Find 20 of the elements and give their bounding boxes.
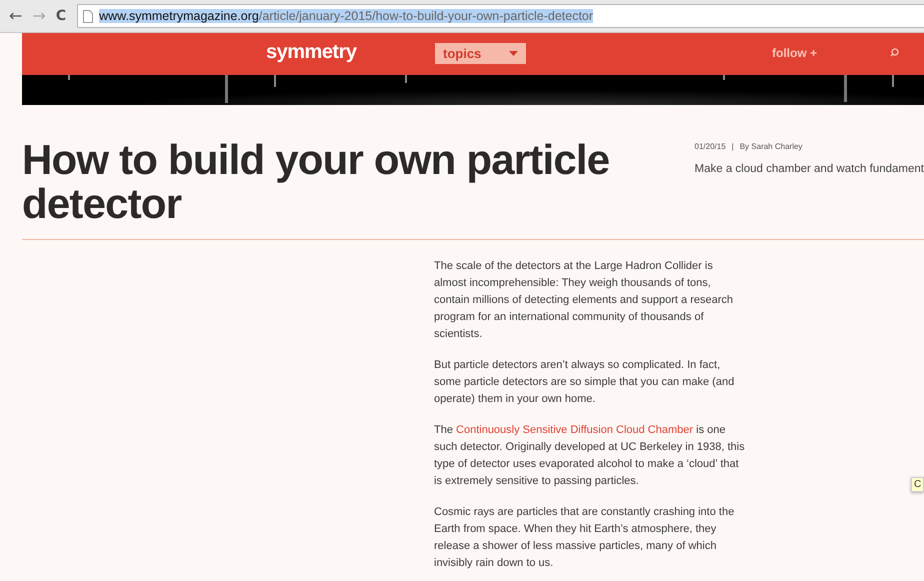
- paragraph: The scale of the detectors at the Large Hadron Collider is almost incomprehensible: They weigh thousands of tons, contain millions of detecting elements and support a research program for an international community of thousands of scientists.: [434, 259, 734, 342]
- article-title: How to build your own particle detector: [22, 138, 610, 229]
- caret-icon: [509, 51, 518, 56]
- article-link[interactable]: Continuously Sensitive Diffusion Cloud Chamber: [456, 424, 694, 436]
- back-button[interactable]: ←: [6, 7, 26, 25]
- address-field[interactable]: www.symmetrymagazine.org/article/january-2015/how-to-build-your-own-particle-detector: [77, 4, 924, 28]
- topics-dropdown[interactable]: topics: [435, 43, 526, 64]
- article-date: 01/20/15: [694, 142, 726, 151]
- follow-link[interactable]: follow +: [772, 46, 817, 60]
- reload-button[interactable]: C: [52, 7, 70, 25]
- byline: By Sarah Charley: [740, 142, 802, 151]
- page-icon: [83, 10, 94, 22]
- tooltip: C: [911, 477, 924, 492]
- paragraph: Cosmic rays are particles that are constantly crashing into the Earth from space. When they hit Earth’s atmosphere, they release a shower of less massive particles, many of which invisibly rain down to us.: [434, 505, 736, 571]
- meta-separator: |: [732, 142, 734, 151]
- article-summary: Make a cloud chamber and watch fundament: [694, 163, 924, 175]
- site-logo[interactable]: symmetry: [266, 41, 357, 64]
- search-icon[interactable]: [890, 48, 899, 57]
- paragraph: But particle detectors aren’t always so complicated. In fact, some particle detectors are so simple that you can make (and operate) them in your own home.: [434, 358, 736, 407]
- paragraph: The Continuously Sensitive Diffusion Cloud Chamber is one such detector. Originally developed at UC Berkeley in 1938, this type of detector uses evaporated alcohol to make a ‘cloud’ that is extremely sensitive to passing particles.: [434, 423, 746, 489]
